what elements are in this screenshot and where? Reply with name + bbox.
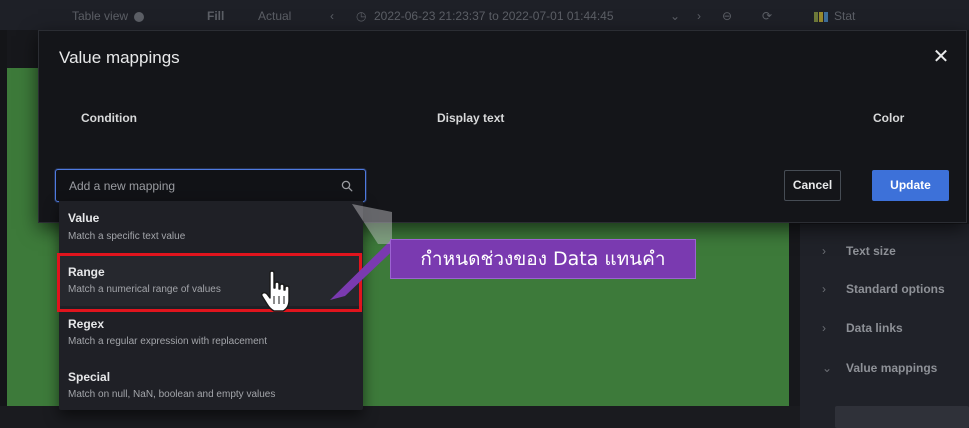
actual-button[interactable]: Actual <box>258 9 291 23</box>
option-description: Match a numerical range of values <box>68 284 221 295</box>
column-header-display-text: Display text <box>437 111 505 125</box>
option-value-mappings[interactable]: ⌄ Value mappings <box>822 361 937 375</box>
stat-viz-icon <box>814 11 828 22</box>
panel-options-pane: › Text size › Standard options › Data links… <box>800 224 969 428</box>
mapping-option-special[interactable]: Special Match on null, NaN, boolean and … <box>59 360 363 412</box>
cancel-button[interactable]: Cancel <box>784 170 841 201</box>
option-title: Value <box>68 211 100 225</box>
toggle-knob-icon <box>134 11 145 22</box>
option-title: Special <box>68 370 111 384</box>
time-back-icon[interactable]: ‹ <box>330 9 334 23</box>
annotation-callout: กำหนดช่วงของ Data แทนคำ <box>390 239 696 279</box>
option-description: Match a specific text value <box>68 231 186 242</box>
option-standard-options[interactable]: › Standard options <box>822 282 945 296</box>
column-header-color: Color <box>873 111 905 125</box>
search-icon <box>341 180 353 192</box>
time-range-picker[interactable]: 2022-06-23 21:23:37 to 2022-07-01 01:44:… <box>374 9 614 23</box>
time-forward-icon[interactable]: › <box>697 9 701 23</box>
table-view-toggle[interactable]: Table view <box>72 9 145 23</box>
update-button[interactable]: Update <box>872 170 949 201</box>
value-mappings-edit-button[interactable] <box>835 406 969 428</box>
mapping-option-regex[interactable]: Regex Match a regular expression with re… <box>59 308 363 360</box>
left-gutter <box>0 30 7 428</box>
column-header-condition: Condition <box>81 111 137 125</box>
option-title: Regex <box>68 317 105 331</box>
chevron-right-icon: › <box>822 282 826 296</box>
hand-pointer-icon <box>260 270 290 312</box>
visualization-label: Stat <box>834 9 856 23</box>
add-mapping-input[interactable]: Add a new mapping <box>55 169 366 202</box>
option-description: Match a regular expression with replacem… <box>68 336 267 347</box>
chevron-right-icon: › <box>822 244 826 258</box>
chevron-down-icon: ⌄ <box>822 361 833 375</box>
close-icon[interactable]: ✕ <box>929 45 953 69</box>
option-label: Data links <box>846 321 903 335</box>
chevron-right-icon: › <box>822 321 826 335</box>
fill-button[interactable]: Fill <box>207 9 224 23</box>
option-data-links[interactable]: › Data links <box>822 321 903 335</box>
mapping-type-dropdown: Value Match a specific text value Range … <box>59 201 363 410</box>
mapping-option-value[interactable]: Value Match a specific text value <box>59 201 363 253</box>
option-label: Value mappings <box>846 361 938 375</box>
table-view-label: Table view <box>72 9 129 23</box>
chevron-down-icon[interactable]: ⌄ <box>670 9 680 23</box>
option-label: Standard options <box>846 282 945 296</box>
add-mapping-placeholder: Add a new mapping <box>69 179 176 193</box>
option-title: Range <box>68 265 105 279</box>
visualization-picker[interactable]: Stat <box>814 9 855 23</box>
option-label: Text size <box>846 244 896 258</box>
option-description: Match on null, NaN, boolean and empty va… <box>68 389 276 400</box>
zoom-out-icon[interactable]: ⊖ <box>722 9 732 23</box>
refresh-icon[interactable]: ⟳ <box>762 9 772 23</box>
modal-title: Value mappings <box>59 48 180 67</box>
clock-icon: ◷ <box>356 9 367 23</box>
top-toolbar: Table view Fill Actual ‹ ◷ 2022-06-23 21… <box>0 0 969 30</box>
mapping-option-range[interactable]: Range Match a numerical range of values <box>59 254 363 306</box>
option-text-size[interactable]: › Text size <box>822 244 896 258</box>
